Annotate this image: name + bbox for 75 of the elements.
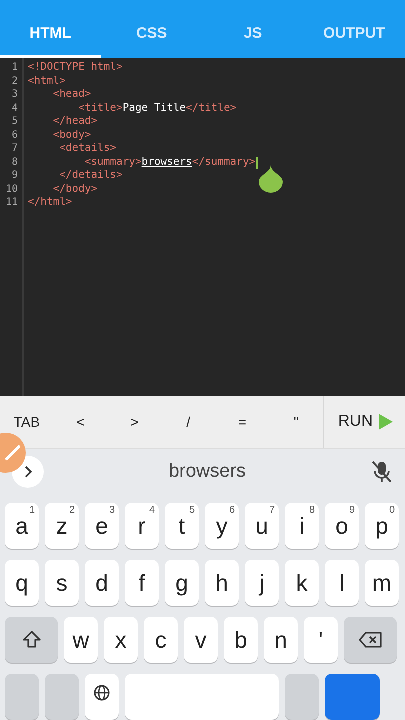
- line-number: 1: [10, 61, 19, 75]
- letter-key[interactable]: c: [144, 617, 178, 663]
- letter-key[interactable]: w: [64, 617, 98, 663]
- line-number: 10: [4, 182, 19, 196]
- backspace-icon: [358, 631, 382, 649]
- line-number: 4: [10, 102, 19, 116]
- line-number: 8: [10, 156, 19, 170]
- key-hint: 6: [229, 505, 235, 516]
- key-hint: 0: [389, 505, 395, 516]
- globe-icon: [93, 684, 111, 702]
- key-hint: 2: [69, 505, 75, 516]
- symbol-key[interactable]: =: [216, 414, 270, 430]
- line-number: 11: [4, 196, 19, 210]
- letter-key[interactable]: q: [5, 560, 39, 606]
- line-number: 6: [10, 128, 19, 142]
- code-text: Page Title: [122, 102, 186, 116]
- line-number: 3: [10, 88, 19, 102]
- symbol-key[interactable]: >: [108, 414, 162, 430]
- cursor-handle[interactable]: [259, 165, 283, 194]
- letter-key[interactable]: h: [205, 560, 239, 606]
- text-cursor: [256, 156, 258, 169]
- code-tag: <head>: [28, 88, 92, 102]
- line-number: 9: [10, 169, 19, 183]
- code-tag: <html>: [28, 74, 66, 88]
- letter-key[interactable]: k: [285, 560, 319, 606]
- key-hint: 5: [189, 505, 195, 516]
- letter-key[interactable]: m: [365, 560, 399, 606]
- letter-key[interactable]: i 8: [285, 503, 319, 549]
- line-number: 2: [10, 74, 19, 88]
- letter-key[interactable]: j: [245, 560, 279, 606]
- code-tag: </body>: [28, 182, 98, 196]
- key-hint: 8: [309, 505, 315, 516]
- brush-icon: [5, 445, 21, 461]
- letter-key[interactable]: g: [165, 560, 199, 606]
- symbol-key[interactable]: /: [162, 414, 216, 430]
- shift-icon: [22, 630, 42, 650]
- code-tag: </head>: [28, 115, 98, 129]
- code-tag: </details>: [28, 169, 123, 183]
- code-editor[interactable]: 1 2 3 4 5 6 7 8 9 10 11 <!DOCTYPE html> <html> <head> <title>Page Title</title> </head> <body> <details> <summary>browsers</summary> </details> </body> </html>: [0, 58, 405, 396]
- code-tag: <summary>: [28, 156, 142, 170]
- symbol-key[interactable]: <: [54, 414, 108, 430]
- code-tag: <!DOCTYPE html>: [28, 61, 123, 75]
- symbol-key[interactable]: ": [269, 414, 324, 430]
- letter-key[interactable]: b: [224, 617, 258, 663]
- letter-key[interactable]: l: [325, 560, 359, 606]
- code-tag: </html>: [28, 196, 72, 210]
- globe-key[interactable]: [85, 674, 119, 720]
- line-number: 7: [10, 142, 19, 156]
- key-hint: 4: [149, 505, 155, 516]
- line-number: 5: [10, 115, 19, 129]
- play-icon: [379, 414, 394, 430]
- letter-key[interactable]: f: [125, 560, 159, 606]
- code-tag: </title>: [186, 102, 237, 116]
- letter-key[interactable]: d: [85, 560, 119, 606]
- key-hint: 1: [29, 505, 35, 516]
- mic-off-icon[interactable]: [371, 460, 393, 484]
- key-hint: 7: [269, 505, 275, 516]
- key-hint: 3: [109, 505, 115, 516]
- code-text: browsers: [142, 156, 192, 170]
- chevron-right-icon: [23, 466, 33, 478]
- code-tag: <title>: [28, 102, 123, 116]
- shift-key[interactable]: [5, 617, 58, 663]
- code-tag: <details>: [28, 142, 117, 156]
- code-tag: </summary>: [192, 156, 256, 170]
- key-hint: 9: [349, 505, 355, 516]
- letter-key[interactable]: s: [45, 560, 79, 606]
- suggestion-text[interactable]: browsers: [44, 461, 371, 484]
- letter-key[interactable]: v: [184, 617, 218, 663]
- backspace-key[interactable]: [344, 617, 397, 663]
- letter-key[interactable]: x: [104, 617, 138, 663]
- symbol-key[interactable]: TAB: [0, 414, 54, 430]
- letter-key[interactable]: n: [264, 617, 298, 663]
- letter-key[interactable]: ': [304, 617, 338, 663]
- code-tag: <body>: [28, 128, 92, 142]
- run-button[interactable]: RUN: [323, 396, 405, 448]
